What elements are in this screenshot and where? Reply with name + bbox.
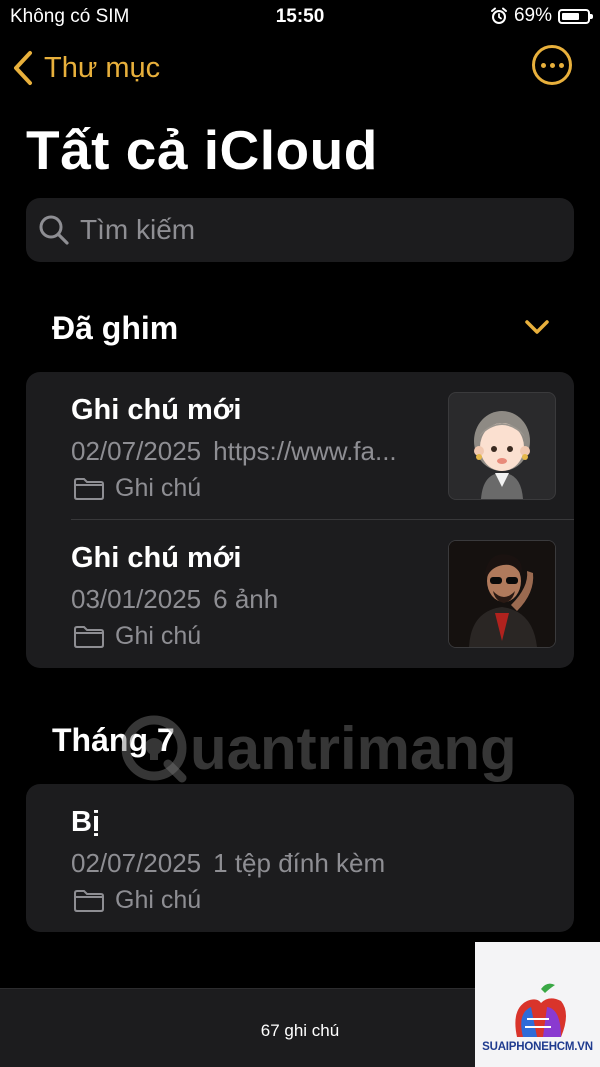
note-meta: 02/07/2025 1 tệp đính kèm <box>71 848 385 879</box>
note-meta: 03/01/2025 6 ảnh <box>71 584 278 615</box>
more-dot <box>558 62 564 68</box>
suaiphone-logo-icon <box>514 983 566 1037</box>
notes-screen: Không có SIM 15:50 69% Thư mục Tất cả iC… <box>0 0 600 1067</box>
more-dot <box>540 62 546 68</box>
pinned-notes-list: Ghi chú mới 02/07/2025 https://www.fa... … <box>26 372 574 668</box>
folder-icon <box>74 625 104 648</box>
note-folder: Ghi chú <box>73 474 201 503</box>
status-bar: Không có SIM 15:50 69% <box>0 0 600 34</box>
folder-label: Ghi chú <box>115 474 202 502</box>
logo-text: SUAIPHONEHCM.VN <box>482 1041 593 1053</box>
search-icon <box>39 215 69 245</box>
alarm-icon <box>490 7 507 24</box>
note-item[interactable]: Ghi chú mới 03/01/2025 6 ảnh Ghi chú <box>26 520 574 668</box>
note-preview: 1 tệp đính kèm <box>213 848 386 878</box>
note-folder: Ghi chú <box>73 886 201 915</box>
note-thumbnail-avatar <box>448 392 556 500</box>
note-date: 03/01/2025 <box>71 584 202 614</box>
note-title: Ghi chú mới <box>71 542 242 574</box>
note-meta: 02/07/2025 https://www.fa... <box>71 436 397 467</box>
man-sunglasses-photo-icon <box>449 541 555 647</box>
search-input[interactable]: Tìm kiếm <box>26 198 574 262</box>
note-title: Ghi chú mới <box>71 394 242 426</box>
note-folder: Ghi chú <box>73 622 201 651</box>
folder-icon <box>74 477 104 500</box>
folder-label: Ghi chú <box>115 886 202 914</box>
status-right: 69% <box>490 5 593 27</box>
page-title: Tất cả iCloud <box>26 119 378 181</box>
july-notes-list: Bị 02/07/2025 1 tệp đính kèm Ghi chú <box>26 784 574 932</box>
folder-label: Ghi chú <box>115 622 202 650</box>
more-dot <box>549 62 555 68</box>
folder-icon <box>74 889 104 912</box>
note-title: Bị <box>71 806 100 838</box>
note-date: 02/07/2025 <box>71 848 202 878</box>
note-thumbnail-photo <box>448 540 556 648</box>
chevron-left-icon <box>14 51 32 85</box>
watermark-logo-icon <box>121 715 187 783</box>
note-date: 02/07/2025 <box>71 436 202 466</box>
back-button[interactable]: Thư mục <box>12 46 160 90</box>
search-placeholder: Tìm kiếm <box>80 214 196 245</box>
chevron-down-icon[interactable] <box>524 318 550 336</box>
note-item[interactable]: Bị 02/07/2025 1 tệp đính kèm Ghi chú <box>26 784 574 932</box>
note-preview: https://www.fa... <box>213 436 397 466</box>
more-button[interactable] <box>532 45 572 85</box>
watermark: uantrimang <box>118 712 517 784</box>
watermark-text: uantrimang <box>190 714 517 782</box>
logo-badge: SUAIPHONEHCM.VN <box>475 942 600 1067</box>
back-label: Thư mục <box>44 51 161 84</box>
note-preview: 6 ảnh <box>213 584 279 614</box>
cartoon-avatar-icon <box>474 411 530 499</box>
section-header-pinned[interactable]: Đã ghim <box>52 310 178 347</box>
note-item[interactable]: Ghi chú mới 02/07/2025 https://www.fa... … <box>26 372 574 520</box>
battery-percent: 69% <box>513 5 552 26</box>
battery-icon <box>558 8 593 24</box>
